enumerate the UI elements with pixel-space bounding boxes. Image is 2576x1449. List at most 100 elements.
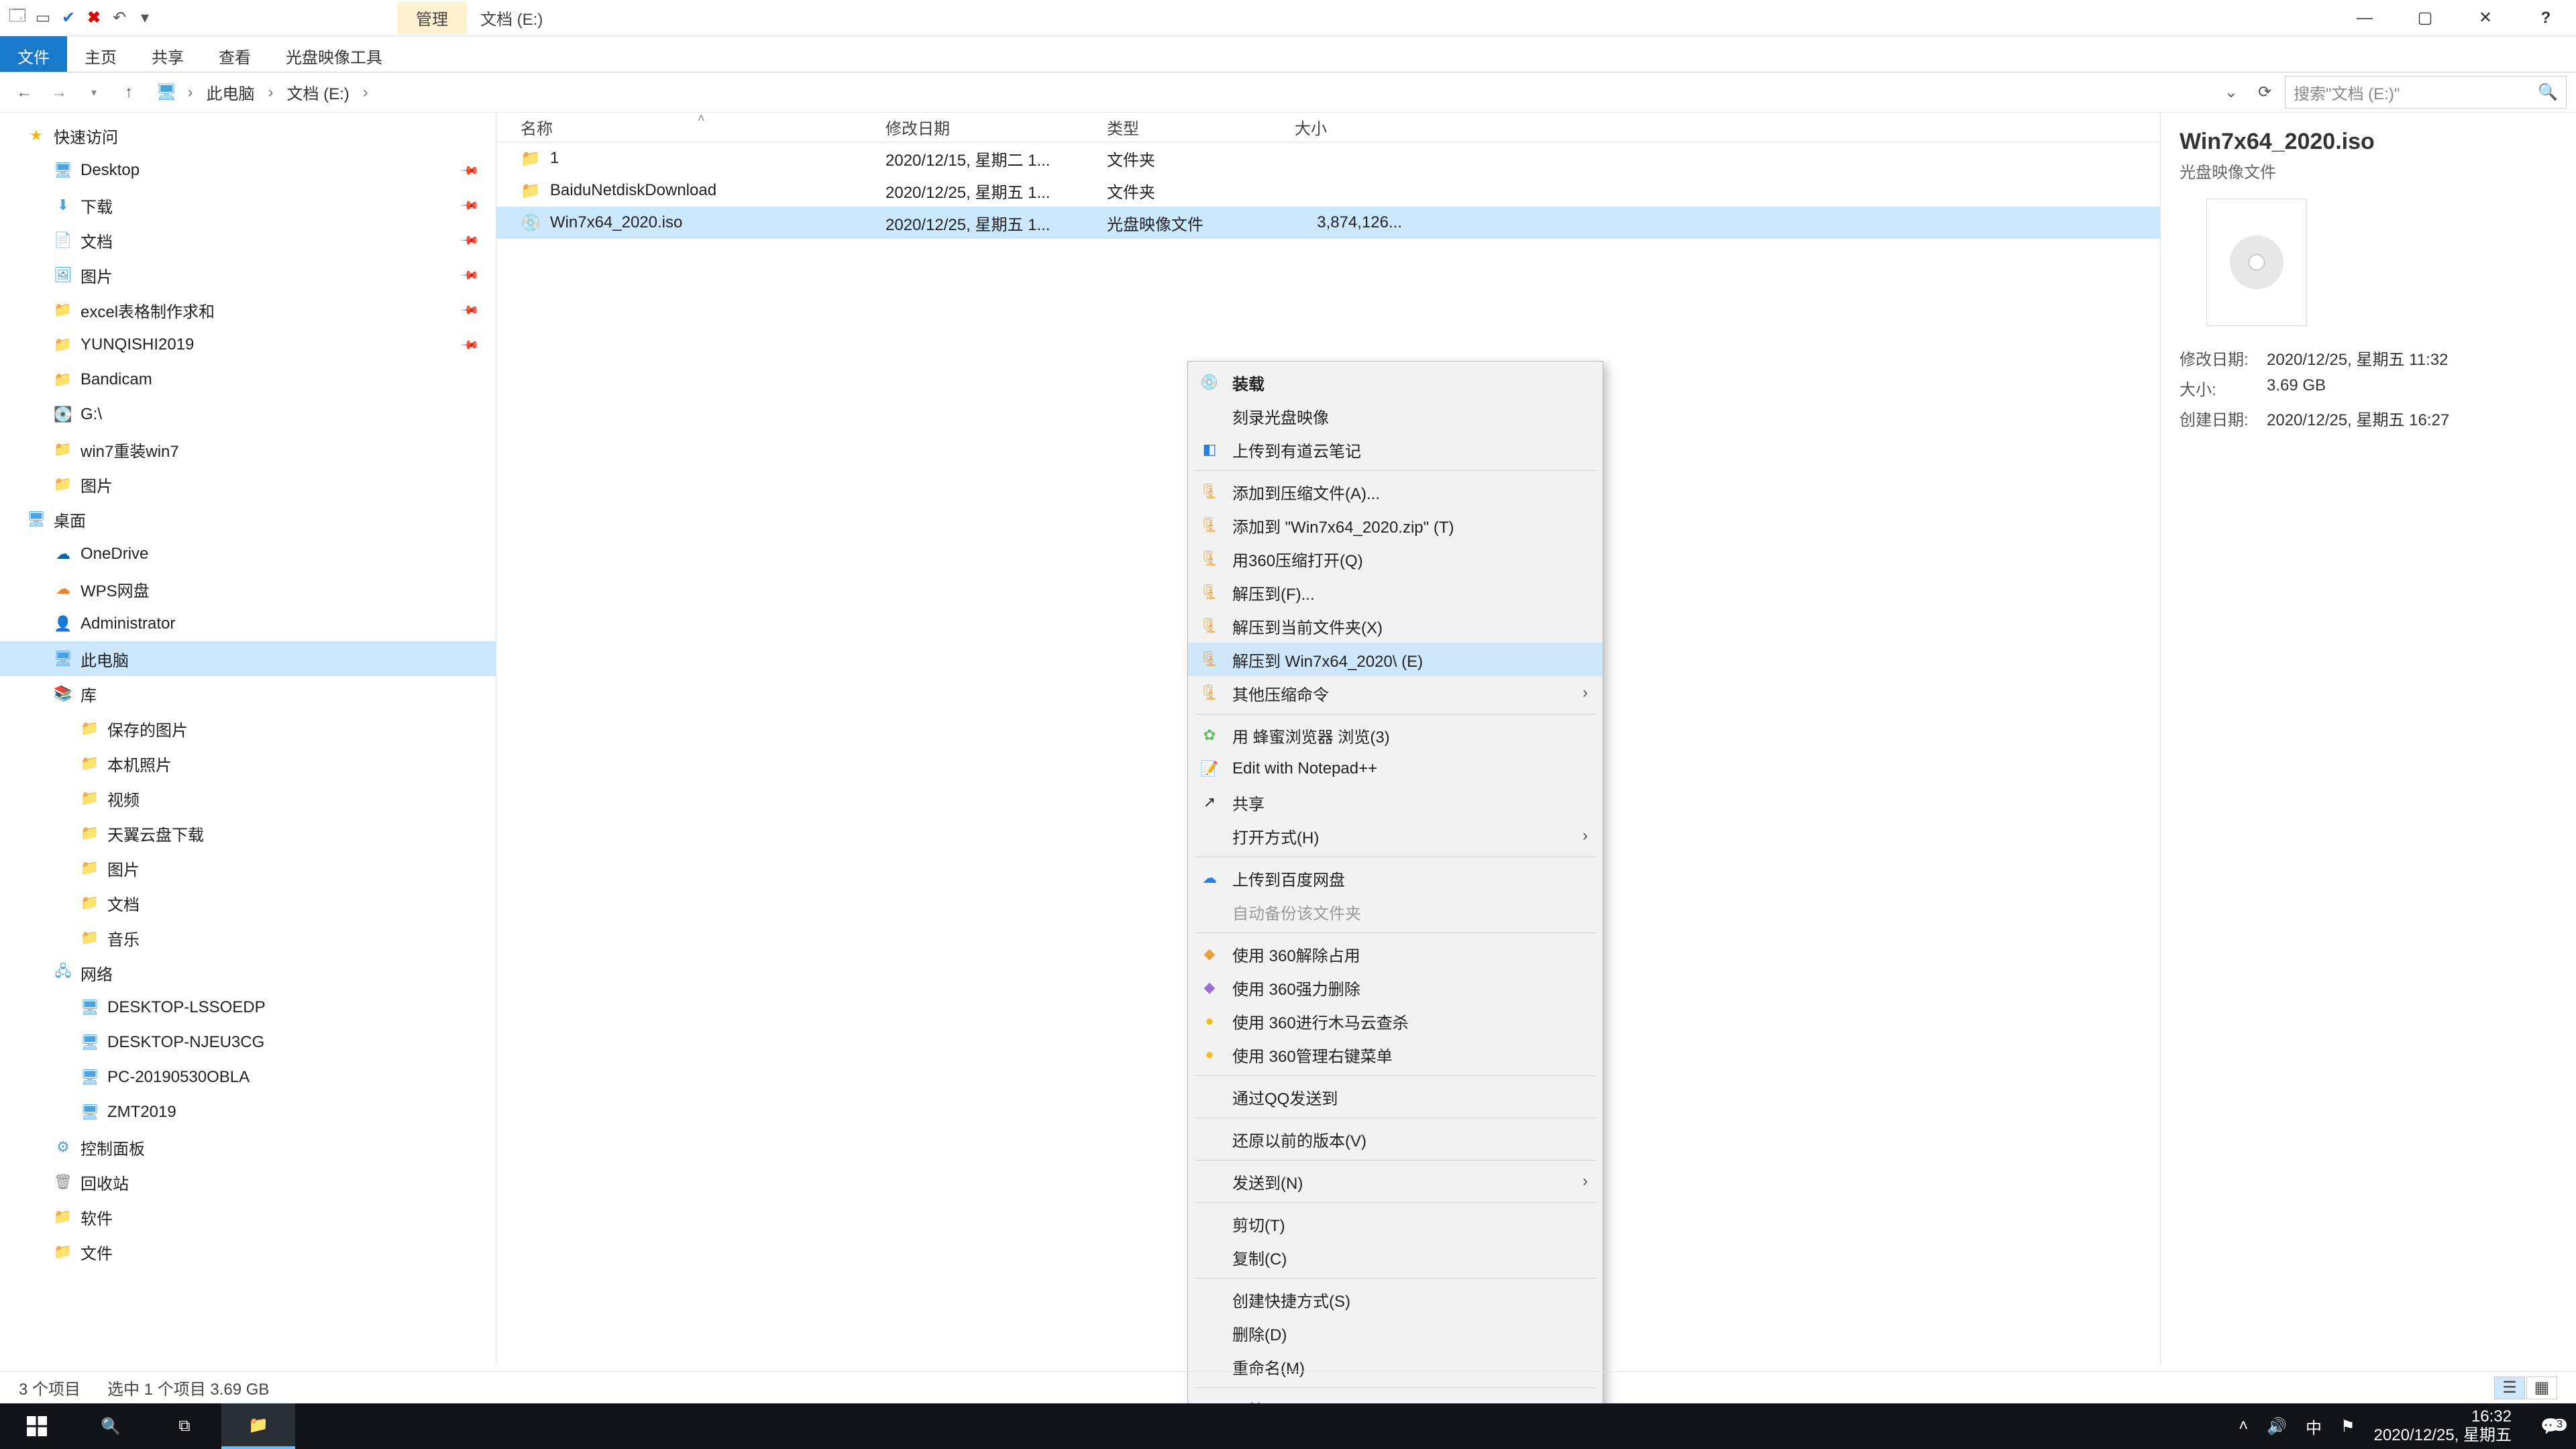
- tree-downloads[interactable]: ⬇下载📌: [0, 188, 496, 223]
- view-details-button[interactable]: ☰: [2494, 1377, 2525, 1399]
- tree-pc3[interactable]: 🖥PC-20190530OBLA: [0, 1060, 496, 1095]
- tree-saved-pics[interactable]: 📁保存的图片: [0, 711, 496, 746]
- qat-dropdown-icon[interactable]: ▾: [136, 8, 154, 28]
- taskbar-search[interactable]: 🔍: [74, 1403, 148, 1449]
- tree-desktop-root[interactable]: 🖥桌面: [0, 502, 496, 537]
- col-type[interactable]: 类型: [1107, 115, 1295, 139]
- start-button[interactable]: [0, 1403, 74, 1449]
- menu-share[interactable]: ↗共享: [1188, 786, 1603, 819]
- tree-excel-folder[interactable]: 📁excel表格制作求和📌: [0, 292, 496, 327]
- tree-music[interactable]: 📁音乐: [0, 920, 496, 955]
- menu-360-force[interactable]: ◆使用 360强力删除: [1188, 971, 1603, 1004]
- menu-delete[interactable]: 删除(D): [1188, 1316, 1603, 1350]
- tree-pics3[interactable]: 📁图片: [0, 851, 496, 885]
- maximize-button[interactable]: ▢: [2395, 0, 2455, 36]
- col-size[interactable]: 大小: [1295, 115, 1442, 139]
- tray-flag-icon[interactable]: ⚑: [2341, 1417, 2355, 1436]
- nav-forward-button[interactable]: →: [44, 83, 74, 102]
- tray-notifications[interactable]: 💬3: [2530, 1417, 2571, 1436]
- tab-file[interactable]: 文件: [0, 36, 67, 72]
- tree-recycle[interactable]: 🗑回收站: [0, 1165, 496, 1199]
- tree-docs2[interactable]: 📁文档: [0, 885, 496, 920]
- tab-disc-tools[interactable]: 光盘映像工具: [268, 36, 400, 72]
- tree-pc1[interactable]: 🖥DESKTOP-LSSOEDP: [0, 990, 496, 1025]
- nav-recent-dropdown[interactable]: ▾: [79, 86, 109, 99]
- crumb-current[interactable]: 文档 (E:): [284, 78, 352, 107]
- col-date[interactable]: 修改日期: [885, 115, 1107, 139]
- menu-mount[interactable]: 💿装载: [1188, 366, 1603, 399]
- col-name[interactable]: 名称: [496, 115, 885, 139]
- tree-network[interactable]: 🖧网络: [0, 955, 496, 990]
- tree-tianyi[interactable]: 📁天翼云盘下载: [0, 816, 496, 851]
- menu-baidu[interactable]: ☁上传到百度网盘: [1188, 861, 1603, 895]
- menu-notepadpp[interactable]: 📝Edit with Notepad++: [1188, 752, 1603, 786]
- breadcrumb[interactable]: 🖥 › 此电脑 › 文档 (E:) ›: [149, 77, 2212, 107]
- tray-clock[interactable]: 16:32 2020/12/25, 星期五: [2374, 1407, 2512, 1444]
- tree-admin[interactable]: 👤Administrator: [0, 606, 496, 641]
- menu-sendto[interactable]: 发送到(N)›: [1188, 1165, 1603, 1198]
- address-dropdown-icon[interactable]: ⌄: [2218, 83, 2245, 102]
- crumb-thispc[interactable]: 此电脑: [203, 78, 257, 107]
- menu-cut[interactable]: 剪切(T): [1188, 1207, 1603, 1240]
- menu-shortcut[interactable]: 创建快捷方式(S): [1188, 1283, 1603, 1316]
- menu-burn[interactable]: 刻录光盘映像: [1188, 399, 1603, 433]
- tray-volume-icon[interactable]: 🔊: [2267, 1417, 2287, 1436]
- tree-videos[interactable]: 📁视频: [0, 781, 496, 816]
- menu-add-zip[interactable]: 🗜添加到 "Win7x64_2020.zip" (T): [1188, 508, 1603, 542]
- tree-this-pc[interactable]: 🖥此电脑: [0, 641, 496, 676]
- tree-files[interactable]: 📁文件: [0, 1234, 496, 1269]
- taskbar-taskview[interactable]: ⧉: [148, 1403, 221, 1449]
- tree-pc4[interactable]: 🖥ZMT2019: [0, 1095, 496, 1130]
- qat-props-icon[interactable]: ▭: [34, 8, 52, 28]
- menu-add-archive[interactable]: 🗜添加到压缩文件(A)...: [1188, 475, 1603, 508]
- menu-copy[interactable]: 复制(C): [1188, 1240, 1603, 1274]
- nav-up-button[interactable]: ↑: [114, 83, 144, 102]
- nav-back-button[interactable]: ←: [9, 83, 39, 102]
- file-row-selected[interactable]: 💿Win7x64_2020.iso 2020/12/25, 星期五 1... 光…: [496, 207, 2160, 239]
- menu-extract-named[interactable]: 🗜解压到 Win7x64_2020\ (E): [1188, 643, 1603, 676]
- tab-view[interactable]: 查看: [201, 36, 268, 72]
- tree-pictures[interactable]: 🖼图片📌: [0, 258, 496, 292]
- view-icons-button[interactable]: ▦: [2526, 1377, 2557, 1399]
- tab-share[interactable]: 共享: [134, 36, 201, 72]
- tree-yunqishi[interactable]: 📁YUNQISHI2019📌: [0, 327, 496, 362]
- tree-pc2[interactable]: 🖥DESKTOP-NJEU3CG: [0, 1025, 496, 1060]
- tree-onedrive[interactable]: ☁OneDrive: [0, 537, 496, 572]
- tree-win7-folder[interactable]: 📁win7重装win7: [0, 432, 496, 467]
- menu-extract-to[interactable]: 🗜解压到(F)...: [1188, 576, 1603, 609]
- tree-soft[interactable]: 📁软件: [0, 1199, 496, 1234]
- file-row[interactable]: 📁1 2020/12/15, 星期二 1... 文件夹: [496, 142, 2160, 174]
- qat-undo-icon[interactable]: ↶: [110, 8, 129, 28]
- help-button[interactable]: ?: [2516, 0, 2576, 36]
- tree-libraries[interactable]: 📚库: [0, 676, 496, 711]
- tree-local-pics[interactable]: 📁本机照片: [0, 746, 496, 781]
- qat-check-icon[interactable]: ✔: [59, 8, 78, 28]
- tree-quick-access[interactable]: ★快速访问: [0, 118, 496, 153]
- tree-gdrive[interactable]: 💽G:\: [0, 397, 496, 432]
- qat-delete-icon[interactable]: ✖: [85, 8, 103, 28]
- menu-other-zip[interactable]: 🗜其他压缩命令›: [1188, 676, 1603, 710]
- menu-360-scan[interactable]: ●使用 360进行木马云查杀: [1188, 1004, 1603, 1038]
- menu-360-rcm[interactable]: ●使用 360管理右键菜单: [1188, 1038, 1603, 1071]
- menu-open-with[interactable]: 打开方式(H)›: [1188, 819, 1603, 853]
- taskbar-explorer[interactable]: 📁: [221, 1403, 295, 1449]
- menu-bee-browser[interactable]: ✿用 蜂蜜浏览器 浏览(3): [1188, 718, 1603, 752]
- menu-360-unlock[interactable]: ◆使用 360解除占用: [1188, 937, 1603, 971]
- tree-bandicam[interactable]: 📁Bandicam: [0, 362, 496, 397]
- minimize-button[interactable]: —: [2334, 0, 2395, 36]
- menu-qq-send[interactable]: 通过QQ发送到: [1188, 1080, 1603, 1114]
- menu-restore[interactable]: 还原以前的版本(V): [1188, 1122, 1603, 1156]
- tree-pictures2[interactable]: 📁图片: [0, 467, 496, 502]
- tree-desktop[interactable]: 🖥Desktop📌: [0, 153, 496, 188]
- search-box[interactable]: 搜索"文档 (E:)" 🔍: [2285, 76, 2567, 109]
- menu-extract-here[interactable]: 🗜解压到当前文件夹(X): [1188, 609, 1603, 643]
- tree-control-panel[interactable]: ⚙控制面板: [0, 1130, 496, 1165]
- tree-documents[interactable]: 📄文档📌: [0, 223, 496, 258]
- refresh-button[interactable]: ⟳: [2250, 83, 2279, 102]
- file-row[interactable]: 📁BaiduNetdiskDownload 2020/12/25, 星期五 1.…: [496, 174, 2160, 207]
- close-button[interactable]: ✕: [2455, 0, 2516, 36]
- tab-home[interactable]: 主页: [67, 36, 134, 72]
- menu-open-360zip[interactable]: 🗜用360压缩打开(Q): [1188, 542, 1603, 576]
- tree-wps[interactable]: ☁WPS网盘: [0, 572, 496, 606]
- tray-chevron-icon[interactable]: ˄: [2239, 1417, 2248, 1436]
